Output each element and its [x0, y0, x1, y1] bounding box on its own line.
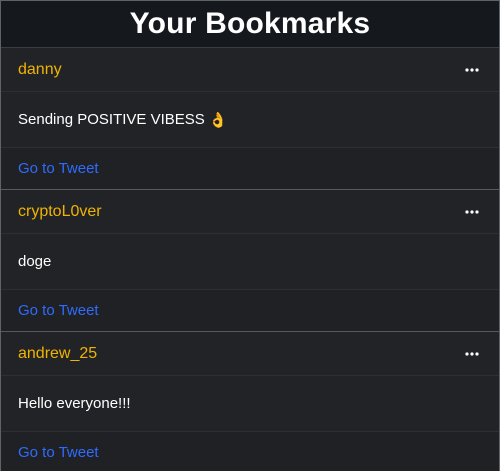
bookmarks-panel: Your Bookmarks danny Sending POSITIVE VI…: [0, 0, 500, 471]
bookmark-content: doge: [1, 234, 499, 290]
ok-hand-emoji: 👌: [208, 111, 228, 129]
page-header: Your Bookmarks: [1, 1, 499, 48]
username-label[interactable]: cryptoL0ver: [18, 203, 102, 221]
bookmark-footer: Go to Tweet: [1, 432, 499, 471]
bookmark-card: cryptoL0ver doge Go to Tweet: [1, 190, 499, 332]
bookmark-footer: Go to Tweet: [1, 148, 499, 189]
bookmark-header: danny: [1, 48, 499, 92]
go-to-tweet-link[interactable]: Go to Tweet: [18, 160, 99, 177]
bookmark-card: andrew_25 Hello everyone!!! Go to Tweet: [1, 332, 499, 471]
bookmark-footer: Go to Tweet: [1, 290, 499, 331]
tweet-text: Hello everyone!!!: [18, 395, 131, 412]
more-options-icon[interactable]: [462, 344, 482, 364]
username-label[interactable]: andrew_25: [18, 345, 97, 363]
more-options-icon[interactable]: [462, 202, 482, 222]
page-title: Your Bookmarks: [129, 7, 371, 40]
bookmark-header: cryptoL0ver: [1, 190, 499, 234]
go-to-tweet-link[interactable]: Go to Tweet: [18, 444, 99, 461]
tweet-text: doge: [18, 253, 52, 270]
tweet-text: Sending POSITIVE VIBESS: [18, 111, 205, 128]
go-to-tweet-link[interactable]: Go to Tweet: [18, 302, 99, 319]
bookmark-header: andrew_25: [1, 332, 499, 376]
bookmark-content: Hello everyone!!!: [1, 376, 499, 432]
bookmark-card: danny Sending POSITIVE VIBESS 👌 Go to Tw…: [1, 48, 499, 190]
username-label[interactable]: danny: [18, 61, 62, 79]
more-options-icon[interactable]: [462, 60, 482, 80]
bookmark-content: Sending POSITIVE VIBESS 👌: [1, 92, 499, 148]
